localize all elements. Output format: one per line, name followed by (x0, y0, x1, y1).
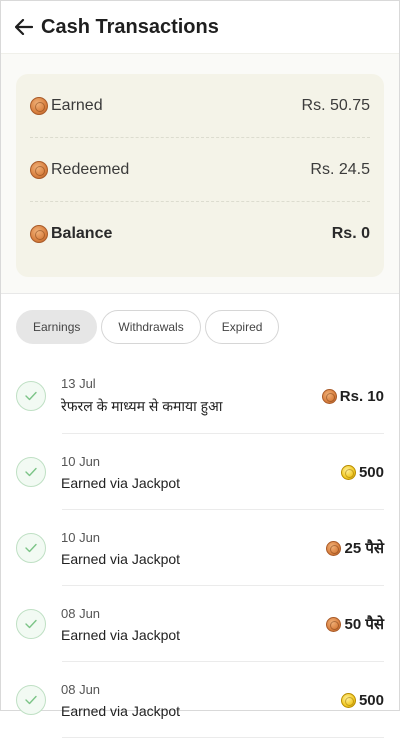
redeemed-value: Rs. 24.5 (310, 160, 370, 178)
redeemed-label: Redeemed (51, 160, 130, 178)
copper-coin-icon (326, 616, 342, 632)
transaction-row[interactable]: 13 Jul रेफरल के माध्यम से कमाया हुआ Rs. … (16, 358, 384, 434)
transaction-amount: 50 पैसे (344, 616, 384, 633)
transaction-list: 13 Jul रेफरल के माध्यम से कमाया हुआ Rs. … (1, 358, 399, 738)
transaction-amount: Rs. 10 (339, 387, 384, 405)
earned-label: Earned (51, 96, 103, 114)
balance-label: Balance (51, 224, 113, 242)
transaction-amount: 500 (358, 691, 384, 709)
tab-earnings[interactable]: Earnings (16, 310, 98, 344)
earned-value: Rs. 50.75 (301, 96, 370, 114)
filter-tabs: Earnings Withdrawals Expired (1, 293, 399, 358)
transaction-description: Earned via Jackpot (61, 474, 181, 491)
balance-value: Rs. 0 (331, 224, 370, 242)
summary-card: Earned Rs. 50.75 Redeemed Rs. 24.5 Balan… (16, 74, 384, 277)
transaction-description: रेफरल के माध्यम से कमाया हुआ (61, 398, 223, 414)
summary-row-redeemed: Redeemed Rs. 24.5 (30, 138, 370, 202)
copper-coin-icon (321, 388, 337, 404)
summary-row-earned: Earned Rs. 50.75 (30, 74, 370, 138)
page-title: Cash Transactions (41, 15, 219, 38)
app-header: Cash Transactions (1, 1, 399, 53)
transaction-date: 13 Jul (61, 376, 96, 391)
copper-coin-icon (30, 160, 48, 179)
copper-coin-icon (30, 96, 48, 115)
transaction-date: 08 Jun (61, 605, 101, 621)
transaction-row[interactable]: 08 Jun Earned via Jackpot 50 पैसे (16, 586, 384, 662)
summary-section: Earned Rs. 50.75 Redeemed Rs. 24.5 Balan… (1, 53, 399, 293)
check-circle-icon (16, 457, 46, 487)
transaction-description: Earned via Jackpot (61, 626, 181, 643)
transaction-row[interactable]: 08 Jun Earned via Jackpot 500 (16, 662, 384, 738)
transaction-description: Earned via Jackpot (61, 550, 181, 567)
gold-coin-icon (340, 692, 356, 708)
check-circle-icon (16, 609, 46, 639)
transaction-amount: 500 (358, 463, 384, 481)
tab-expired[interactable]: Expired (204, 310, 280, 344)
tab-withdrawals[interactable]: Withdrawals (101, 310, 201, 344)
transaction-row[interactable]: 10 Jun Earned via Jackpot 25 पैसे (16, 510, 384, 586)
copper-coin-icon (326, 540, 342, 556)
check-circle-icon (16, 381, 46, 411)
copper-coin-icon (30, 224, 48, 243)
check-circle-icon (16, 533, 46, 563)
transaction-date: 10 Jun (61, 453, 101, 469)
back-arrow-icon[interactable] (13, 16, 35, 38)
transaction-amount: 25 पैसे (344, 540, 384, 557)
transaction-row[interactable]: 10 Jun Earned via Jackpot 500 (16, 434, 384, 510)
summary-row-balance: Balance Rs. 0 (30, 202, 370, 265)
transaction-date: 10 Jun (61, 529, 101, 545)
gold-coin-icon (340, 464, 356, 480)
transaction-date: 08 Jun (61, 681, 101, 697)
